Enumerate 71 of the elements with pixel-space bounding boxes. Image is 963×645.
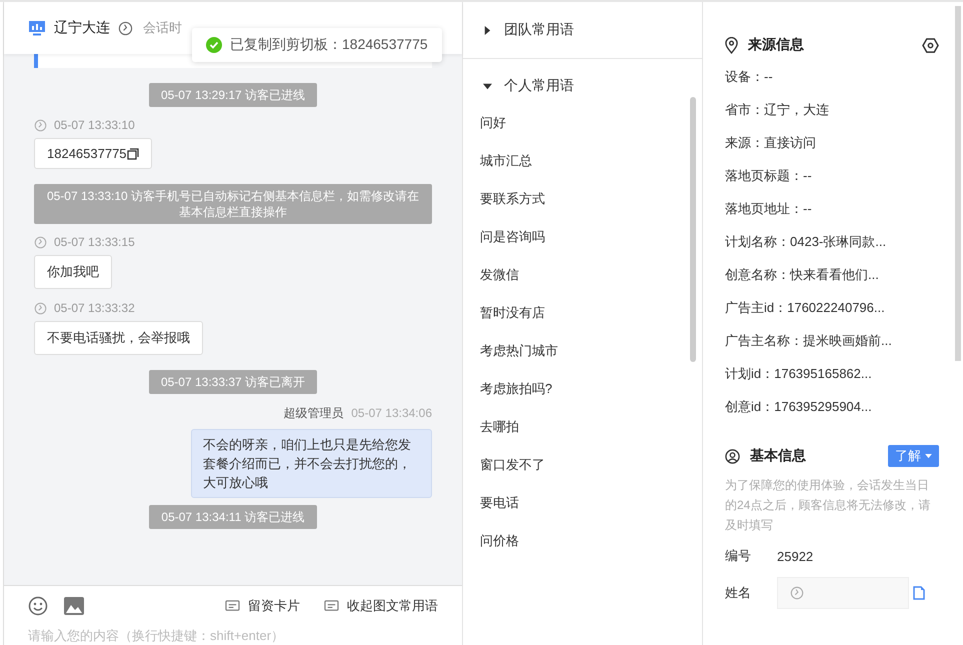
document-icon[interactable] — [913, 586, 925, 600]
system-message: 05-07 13:34:11 访客已进线 — [149, 505, 317, 529]
section-title: 基本信息 — [750, 447, 806, 465]
source-info-row-text: 设备：-- — [725, 68, 774, 86]
field-label: 姓名 — [725, 584, 752, 602]
composer-tool-link[interactable]: 收起图文常用语 — [324, 597, 438, 615]
caret-right-icon — [483, 26, 492, 34]
notice-text: 为了保障您的使用体验，会话发生当日的24点之后，顾客信息将无法修改，请及时填写 — [725, 477, 932, 534]
scrollbar-thumb[interactable] — [690, 97, 696, 362]
source-info-row-text: 创意id：176395295904... — [725, 398, 873, 416]
source-info-row-text: 来源：直接访问 — [725, 134, 817, 152]
agent-message: 不会的呀亲，咱们上也只是先给您发套餐介绍而已，并不会去打扰您的，大可放心哦 — [191, 429, 432, 498]
phrase-item[interactable]: 考虑热门城市 — [463, 341, 702, 379]
clock-icon — [118, 20, 133, 36]
composer-tool-link[interactable]: 留资卡片 — [225, 597, 300, 615]
sender-name: 超级管理员 — [283, 406, 344, 420]
system-message: 05-07 13:33:37 访客已离开 — [148, 370, 318, 394]
phrase-item[interactable]: 窗口发不了 — [463, 455, 702, 493]
message-time: 05-07 13:33:15 — [54, 235, 135, 249]
phrase-group-toggle[interactable]: 团队常用语 — [463, 2, 702, 59]
phrase-item[interactable]: 发微信 — [463, 265, 702, 303]
message-icon — [225, 600, 240, 612]
system-message: 05-07 13:29:17 访客已进线 — [148, 83, 318, 107]
monitor-icon — [28, 20, 46, 36]
phrase-item[interactable]: 城市汇总 — [463, 151, 702, 189]
system-message: 05-07 13:33:10 访客手机号已自动标记右侧基本信息栏，如需修改请在基本信息栏直接操作 — [34, 184, 432, 224]
copy-icon[interactable] — [126, 148, 139, 160]
phrase-item[interactable]: 要联系方式 — [463, 189, 702, 227]
visitor-message: 你加我吧 — [34, 255, 112, 289]
session-time: 会话时 — [143, 19, 182, 37]
phrase-item[interactable]: 问是咨询吗 — [463, 227, 702, 265]
check-icon — [206, 37, 222, 53]
visitor-message: 不要电话骚扰，会举报哦 — [34, 321, 203, 355]
field-value: 25922 — [777, 548, 814, 564]
phrase-item[interactable]: 问好 — [463, 113, 702, 151]
caret-down-icon — [925, 454, 932, 458]
phrase-item[interactable]: 考虑旅拍吗? — [463, 379, 702, 417]
source-info-row-text: 计划名称：0423-张琳同款... — [725, 233, 888, 251]
location-pin-icon — [725, 36, 738, 54]
clock-icon — [34, 302, 47, 314]
message-time: 05-07 13:34:06 — [351, 406, 432, 420]
phrase-group-toggle[interactable]: 个人常用语 — [463, 59, 702, 113]
source-info-row-text: 落地页地址：-- — [725, 200, 813, 218]
clock-icon — [34, 118, 47, 132]
source-info-row-text: 广告主名称：提米映画婚前... — [725, 332, 893, 350]
field-label: 编号 — [725, 547, 752, 565]
visitor-message: 18246537775 — [34, 138, 152, 169]
name-input-field[interactable] — [777, 577, 909, 609]
scrollbar-thumb[interactable] — [955, 6, 961, 361]
phrase-item[interactable]: 去哪拍 — [463, 417, 702, 455]
phrase-item[interactable]: 问价格 — [463, 531, 702, 569]
image-icon[interactable] — [64, 597, 84, 615]
clock-icon — [790, 586, 804, 600]
toast-text: 已复制到剪切板：18246537775 — [230, 36, 428, 54]
source-info-row-text: 创意名称：快来看看他们... — [725, 266, 880, 284]
message-icon — [324, 600, 339, 612]
settings-icon[interactable] — [922, 38, 939, 52]
visitor-location: 辽宁大连 — [54, 19, 110, 37]
clock-icon — [34, 236, 47, 248]
source-info-row-text: 计划id：176395165862... — [725, 365, 873, 383]
source-info-row-text: 落地页标题：-- — [725, 167, 813, 185]
source-info-row-text: 省市：辽宁，大连 — [725, 101, 830, 119]
section-title: 来源信息 — [748, 36, 804, 54]
phrase-item[interactable]: 暂时没有店 — [463, 303, 702, 341]
user-icon — [725, 448, 740, 464]
message-time: 05-07 13:33:32 — [54, 301, 135, 315]
caret-down-icon — [483, 82, 492, 90]
message-time: 05-07 13:33:10 — [54, 118, 135, 132]
phrase-item[interactable]: 要电话 — [463, 493, 702, 531]
emoji-icon[interactable] — [28, 596, 48, 616]
source-info-row-text: 广告主id：176022240796... — [725, 299, 886, 317]
